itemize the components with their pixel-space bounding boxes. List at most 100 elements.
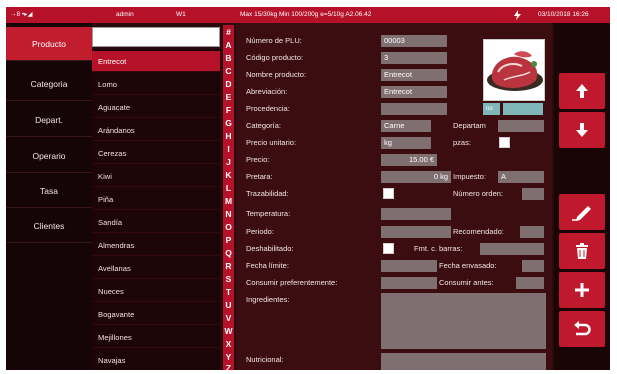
category-field[interactable]: Carne [381, 120, 431, 132]
unit-price-field[interactable]: kg [381, 137, 431, 149]
alpha-letter[interactable]: E [223, 92, 234, 102]
ingredients-textarea[interactable] [381, 293, 546, 349]
alpha-letter[interactable]: N [223, 209, 234, 219]
temperature-field[interactable] [381, 208, 451, 220]
nav-item-depart[interactable]: Depart. [6, 103, 92, 137]
alpha-letter[interactable]: S [223, 274, 234, 284]
packed-date-field[interactable] [522, 260, 544, 272]
plus-icon [575, 283, 589, 297]
order-number-field[interactable] [522, 188, 544, 200]
move-down-button[interactable] [559, 112, 605, 148]
alpha-letter[interactable]: O [223, 222, 234, 232]
origin-country-field[interactable]: no [483, 103, 500, 115]
list-item[interactable]: Avellanas [92, 258, 220, 279]
meat-photo-icon [484, 40, 544, 100]
traceability-checkbox[interactable] [383, 188, 394, 199]
nav-item-clientes[interactable]: Clientes [6, 209, 92, 243]
product-list: Entrecot Lomo Aguacate Arándanos Cerezas… [92, 49, 220, 370]
alpha-letter[interactable]: U [223, 300, 234, 310]
move-up-button[interactable] [559, 73, 605, 109]
nav-item-operario[interactable]: Operario [6, 139, 92, 173]
list-item[interactable]: Navajas [92, 350, 220, 370]
barcode-format-field[interactable] [480, 243, 544, 255]
origin-field[interactable] [381, 103, 447, 115]
category-label: Categoría: [246, 121, 282, 130]
list-item[interactable]: Sandía [92, 212, 220, 233]
price-field[interactable]: 15.00 € [381, 154, 437, 166]
nav-item-tasa[interactable]: Tasa [6, 174, 92, 208]
list-item[interactable]: Lomo [92, 74, 220, 95]
alpha-letter[interactable]: W [223, 326, 234, 336]
alpha-letter[interactable]: V [223, 313, 234, 323]
department-field[interactable] [498, 120, 544, 132]
recommended-field[interactable] [520, 226, 544, 238]
department-label: Departam [453, 121, 486, 130]
alpha-letter[interactable]: I [223, 144, 234, 154]
product-image[interactable] [483, 39, 545, 101]
alpha-letter[interactable]: F [223, 105, 234, 115]
alphabet-index: # A B C D E F G H I J K L M N O P Q R S … [223, 25, 234, 370]
alpha-letter[interactable]: Q [223, 248, 234, 258]
list-item[interactable]: Aguacate [92, 97, 220, 118]
price-label: Precio: [246, 155, 270, 164]
search-input[interactable] [92, 27, 220, 47]
list-item[interactable]: Entrecot [92, 51, 220, 72]
alpha-letter[interactable]: K [223, 170, 234, 180]
list-item[interactable]: Mejillones [92, 327, 220, 348]
list-item[interactable]: Nueces [92, 281, 220, 302]
period-label: Periodo: [246, 227, 274, 236]
user-name: admin [116, 11, 134, 18]
alpha-letter[interactable]: Y [223, 352, 234, 362]
alpha-letter[interactable]: T [223, 287, 234, 297]
alpha-letter[interactable]: X [223, 339, 234, 349]
alpha-letter[interactable]: M [223, 196, 234, 206]
list-item[interactable]: Arándanos [92, 120, 220, 141]
alpha-letter[interactable]: # [223, 27, 234, 37]
consume-before-label: Consumir antes: [439, 278, 494, 287]
alpha-letter[interactable]: B [223, 53, 234, 63]
alpha-letter[interactable]: J [223, 157, 234, 167]
scale-id: W1 [176, 11, 186, 18]
arrow-up-icon [576, 84, 588, 98]
name-field[interactable]: Entrecot [381, 69, 447, 81]
scale-info: Max 15/30kg Min 100/200g e=5/10g A2.06.4… [240, 11, 372, 18]
alpha-letter[interactable]: G [223, 118, 234, 128]
alpha-letter[interactable]: A [223, 40, 234, 50]
delete-button[interactable] [559, 233, 605, 269]
add-button[interactable] [559, 272, 605, 308]
edit-button[interactable] [559, 194, 605, 230]
disabled-checkbox[interactable] [383, 243, 394, 254]
alpha-letter[interactable]: Z [223, 363, 234, 370]
list-item[interactable]: Piña [92, 189, 220, 210]
alpha-letter[interactable]: L [223, 183, 234, 193]
nav-item-producto[interactable]: Producto [6, 27, 92, 61]
abbreviation-label: Abreviación: [246, 87, 288, 96]
tax-field[interactable]: A [498, 171, 544, 183]
pieces-checkbox[interactable] [499, 137, 510, 148]
nutritional-textarea[interactable] [381, 353, 546, 370]
alpha-letter[interactable]: P [223, 235, 234, 245]
list-item[interactable]: Cerezas [92, 143, 220, 164]
alpha-letter[interactable]: C [223, 66, 234, 76]
list-item[interactable]: Bogavante [92, 304, 220, 325]
alpha-letter[interactable]: R [223, 261, 234, 271]
period-field[interactable] [381, 226, 451, 238]
list-item[interactable]: Almendras [92, 235, 220, 256]
tare-field[interactable]: 0 kg [381, 171, 451, 183]
status-bar: →8 •▸◢ admin W1 Max 15/30kg Min 100/200g… [6, 7, 610, 23]
alpha-letter[interactable]: H [223, 131, 234, 141]
alpha-letter[interactable]: D [223, 79, 234, 89]
trash-icon [576, 243, 588, 259]
code-field[interactable]: 3 [381, 52, 447, 64]
consume-before-field[interactable] [516, 277, 544, 289]
limit-date-field[interactable] [381, 260, 437, 272]
origin-detail-field[interactable] [503, 103, 543, 115]
list-item[interactable]: Kiwi [92, 166, 220, 187]
nav-item-categoria[interactable]: Categoria [6, 67, 92, 101]
consume-preferably-field[interactable] [381, 277, 437, 289]
consume-preferably-label: Consumir preferentemente: [246, 278, 338, 287]
abbreviation-field[interactable]: Entrecot [381, 86, 447, 98]
plu-field[interactable]: 00003 [381, 35, 447, 47]
nutritional-label: Nutricional: [246, 355, 284, 364]
back-button[interactable] [559, 311, 605, 347]
